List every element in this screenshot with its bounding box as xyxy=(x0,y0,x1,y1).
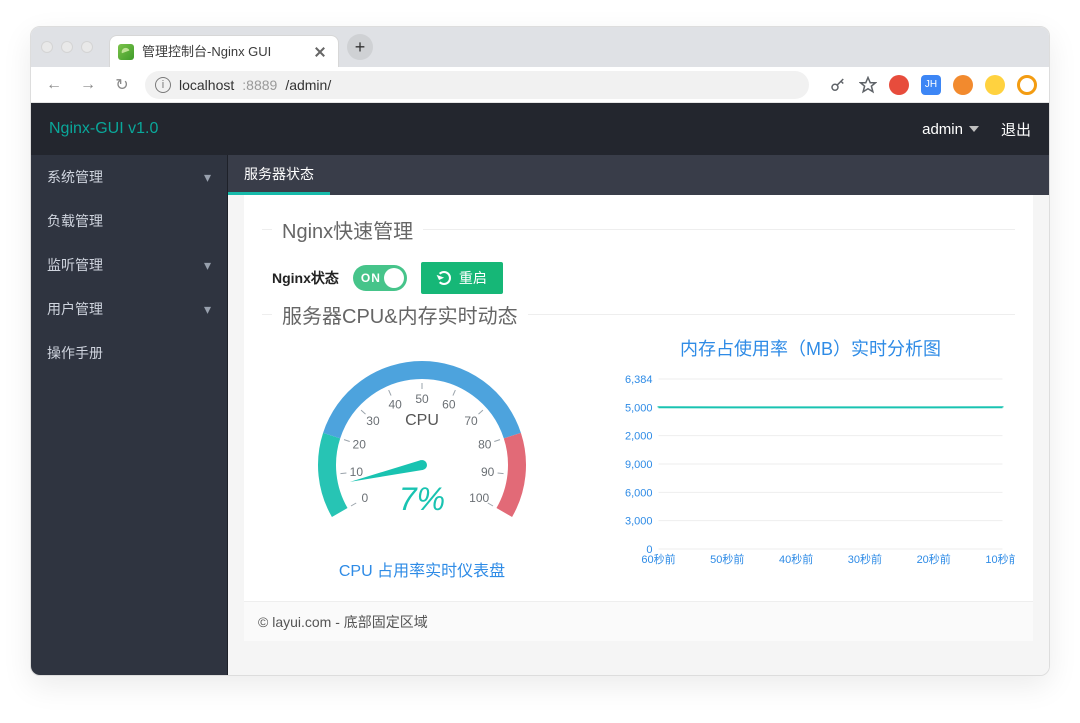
svg-text:6,000: 6,000 xyxy=(625,487,653,499)
reload-icon[interactable]: ↻ xyxy=(111,75,133,95)
brand: Nginx-GUI v1.0 xyxy=(49,120,158,138)
password-key-icon[interactable] xyxy=(829,76,847,94)
cpu-gauge: 0 10 20 30 40 50 60 7080 90 100 CPU 7% CPU 占用率实时仪表盘 xyxy=(262,335,582,581)
svg-text:20: 20 xyxy=(353,438,367,452)
svg-text:30秒前: 30秒前 xyxy=(848,552,882,566)
maximize-window-icon[interactable] xyxy=(81,41,93,53)
toolbar-icons: JH xyxy=(829,75,1037,95)
window-controls[interactable] xyxy=(41,41,93,53)
svg-text:10: 10 xyxy=(350,465,364,479)
forward-icon[interactable]: → xyxy=(77,76,99,94)
nginx-status-switch[interactable]: ON xyxy=(353,265,407,291)
svg-text:9,000: 9,000 xyxy=(625,459,653,471)
close-tab-icon[interactable] xyxy=(312,44,328,60)
svg-text:7%: 7% xyxy=(399,481,445,517)
extension-icon[interactable]: JH xyxy=(921,75,941,95)
chevron-down-icon: ▾ xyxy=(204,169,211,186)
svg-text:5,000: 5,000 xyxy=(625,402,653,414)
app: Nginx-GUI v1.0 admin 退出 系统管理 ▾ 负载管理 监听管理… xyxy=(31,103,1049,675)
favicon-icon xyxy=(118,44,134,60)
browser-toolbar: ← → ↻ i localhost :8889/admin/ JH xyxy=(31,67,1049,103)
gauge-svg: 0 10 20 30 40 50 60 7080 90 100 CPU 7% xyxy=(302,335,542,555)
linechart-svg: 6,3845,0002,0009,0006,0003,000060秒前50秒前4… xyxy=(606,369,1015,569)
back-icon[interactable]: ← xyxy=(43,76,65,94)
close-window-icon[interactable] xyxy=(41,41,53,53)
svg-text:100: 100 xyxy=(469,491,489,505)
switch-text: ON xyxy=(361,271,381,285)
footer: © layui.com - 底部固定区域 xyxy=(244,601,1033,641)
user-name: admin xyxy=(922,121,963,138)
app-header: Nginx-GUI v1.0 admin 退出 xyxy=(31,103,1049,155)
sidebar-item-label: 系统管理 xyxy=(47,167,103,187)
memory-line-chart: 6,3845,0002,0009,0006,0003,000060秒前50秒前4… xyxy=(606,369,1015,569)
svg-text:10秒前: 10秒前 xyxy=(985,552,1015,566)
svg-text:80: 80 xyxy=(478,438,492,452)
svg-text:60秒前: 60秒前 xyxy=(641,552,675,566)
sidebar: 系统管理 ▾ 负载管理 监听管理 ▾ 用户管理 ▾ 操作手册 xyxy=(31,155,228,675)
browser-window: 管理控制台-Nginx GUI + ← → ↻ i localhost :8889… xyxy=(30,26,1050,676)
url-port: :8889 xyxy=(242,77,277,93)
minimize-window-icon[interactable] xyxy=(61,41,73,53)
svg-text:30: 30 xyxy=(366,414,380,428)
chevron-down-icon: ▾ xyxy=(204,301,211,318)
tab-server-status[interactable]: 服务器状态 xyxy=(228,155,330,195)
logout-link[interactable]: 退出 xyxy=(1001,119,1031,140)
memchart-title: 内存占使用率（MB）实时分析图 xyxy=(606,335,1015,361)
extension-icon[interactable] xyxy=(889,75,909,95)
sidebar-item-label: 用户管理 xyxy=(47,299,103,319)
new-tab-button[interactable]: + xyxy=(347,34,373,60)
sidebar-item-label: 监听管理 xyxy=(47,255,103,275)
content-panel: Nginx快速管理 Nginx状态 ON 重启 xyxy=(244,195,1033,601)
url-host: localhost xyxy=(179,77,234,93)
reload-icon xyxy=(437,271,451,285)
sidebar-item-system[interactable]: 系统管理 ▾ xyxy=(31,155,227,199)
svg-text:90: 90 xyxy=(481,465,495,479)
svg-text:2,000: 2,000 xyxy=(625,431,653,443)
svg-text:70: 70 xyxy=(464,414,478,428)
svg-text:40: 40 xyxy=(388,398,402,412)
section-title-nginx-quick: Nginx快速管理 xyxy=(272,215,423,244)
restart-button[interactable]: 重启 xyxy=(421,262,503,294)
svg-text:6,384: 6,384 xyxy=(625,374,653,386)
sidebar-item-users[interactable]: 用户管理 ▾ xyxy=(31,287,227,331)
gauge-caption: CPU 占用率实时仪表盘 xyxy=(262,557,582,581)
sidebar-item-label: 负载管理 xyxy=(47,211,103,231)
extension-icon[interactable] xyxy=(985,75,1005,95)
restart-button-label: 重启 xyxy=(459,268,487,288)
sidebar-item-listen[interactable]: 监听管理 ▾ xyxy=(31,243,227,287)
nginx-status-label: Nginx状态 xyxy=(272,268,339,288)
extension-icon[interactable] xyxy=(1017,75,1037,95)
svg-text:60: 60 xyxy=(442,398,456,412)
svg-text:50秒前: 50秒前 xyxy=(710,552,744,566)
browser-tab[interactable]: 管理控制台-Nginx GUI xyxy=(109,35,339,67)
browser-tabbar: 管理控制台-Nginx GUI + xyxy=(31,27,1049,67)
svg-text:0: 0 xyxy=(361,491,368,505)
sidebar-item-manual[interactable]: 操作手册 xyxy=(31,331,227,375)
address-bar[interactable]: i localhost :8889/admin/ xyxy=(145,71,809,99)
page-tabs: 服务器状态 xyxy=(228,155,1049,195)
svg-text:40秒前: 40秒前 xyxy=(779,552,813,566)
extension-icon[interactable] xyxy=(953,75,973,95)
sidebar-item-label: 操作手册 xyxy=(47,343,103,363)
tab-title: 管理控制台-Nginx GUI xyxy=(142,36,271,68)
main: 服务器状态 Nginx快速管理 Nginx状态 ON xyxy=(228,155,1049,675)
url-path: /admin/ xyxy=(285,77,331,93)
chevron-down-icon: ▾ xyxy=(204,257,211,274)
svg-text:50: 50 xyxy=(415,392,429,406)
chevron-down-icon xyxy=(969,126,979,132)
svg-text:CPU: CPU xyxy=(405,412,439,429)
site-info-icon[interactable]: i xyxy=(155,77,171,93)
bookmark-star-icon[interactable] xyxy=(859,76,877,94)
sidebar-item-loadbalance[interactable]: 负载管理 xyxy=(31,199,227,243)
section-title-cpu-mem: 服务器CPU&内存实时动态 xyxy=(272,300,528,329)
svg-text:20秒前: 20秒前 xyxy=(917,552,951,566)
user-menu[interactable]: admin xyxy=(922,121,979,138)
svg-text:3,000: 3,000 xyxy=(625,516,653,528)
switch-knob-icon xyxy=(384,268,404,288)
